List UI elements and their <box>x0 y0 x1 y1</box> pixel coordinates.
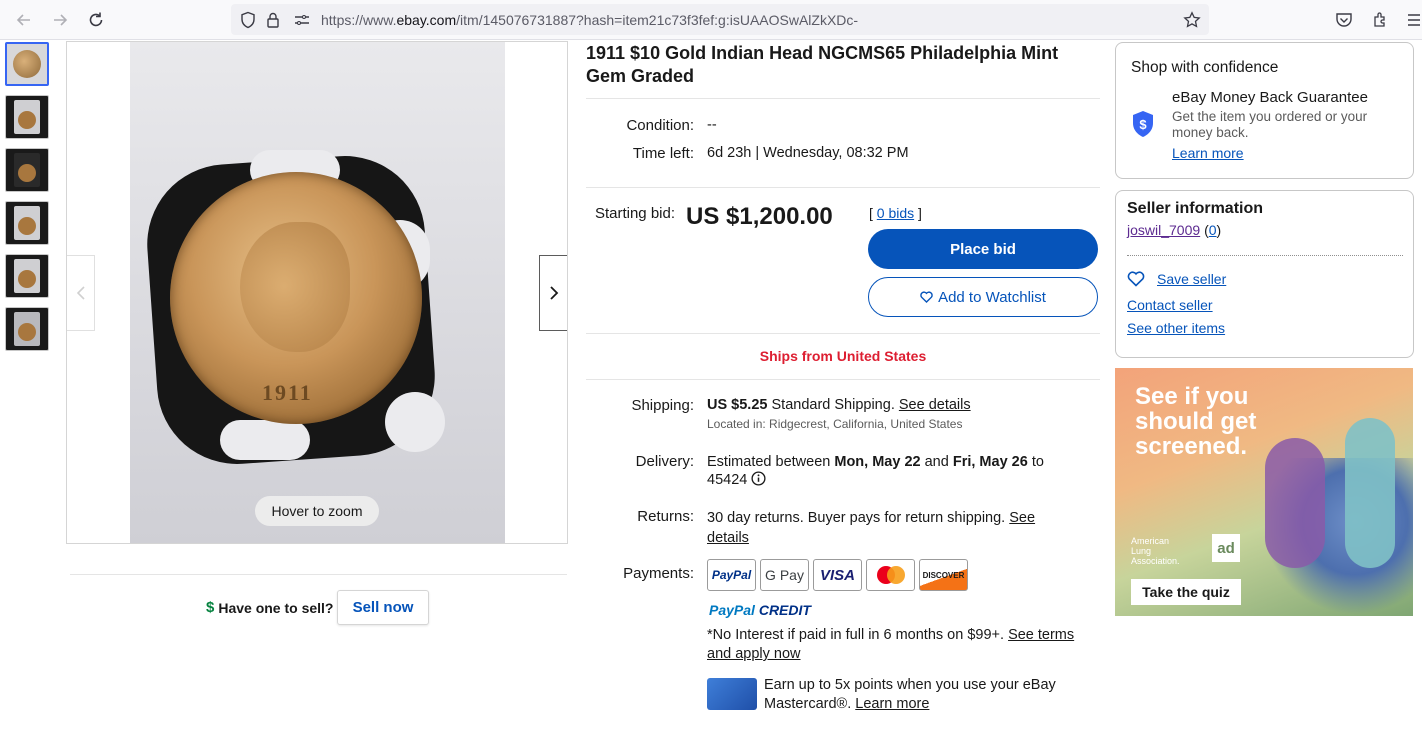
thumbnail-6[interactable] <box>5 307 49 351</box>
prev-image-button[interactable] <box>67 255 95 331</box>
thumbnail-1[interactable] <box>5 42 49 86</box>
thumbnail-4[interactable] <box>5 201 49 245</box>
payments-label: Payments: <box>623 565 694 582</box>
take-the-quiz-button[interactable]: Take the quiz <box>1131 579 1241 605</box>
shop-with-confidence-box: Shop with confidence $ eBay Money Back G… <box>1115 42 1414 179</box>
seller-username-link[interactable]: joswil_7009 <box>1127 222 1200 238</box>
shipping-value: US $5.25 Standard Shipping. See details … <box>707 397 1097 431</box>
thumbnail-5[interactable] <box>5 254 49 298</box>
thumbnail-2[interactable] <box>5 95 49 139</box>
shield-icon[interactable] <box>239 11 257 29</box>
visa-icon: VISA <box>813 559 862 591</box>
mastercard-offer: Earn up to 5x points when you use your e… <box>764 677 1056 712</box>
ships-from-banner: Ships from United States <box>759 348 927 364</box>
next-image-button[interactable] <box>539 255 567 331</box>
starting-bid-label: Starting bid: <box>594 205 675 222</box>
chevron-right-icon <box>549 286 558 300</box>
watchlist-label: Add to Watchlist <box>938 288 1046 306</box>
paypal-credit-offer: *No Interest if paid in full in 6 months… <box>707 627 1075 662</box>
current-price: US $1,200.00 <box>686 203 833 230</box>
have-one-label: Have one to sell? <box>218 599 334 616</box>
delivery-label: Delivery: <box>635 453 694 470</box>
see-other-items-link[interactable]: See other items <box>1127 320 1225 336</box>
place-bid-button[interactable]: Place bid <box>868 229 1098 269</box>
pocket-icon[interactable] <box>1335 11 1353 29</box>
have-one-to-sell: $ Have one to sell? <box>206 599 334 616</box>
back-arrow-icon <box>16 14 30 26</box>
chevron-left-icon <box>76 286 85 300</box>
main-image-viewer[interactable]: 1911 Hover to zoom <box>66 41 568 544</box>
menu-icon[interactable] <box>1406 11 1422 29</box>
contact-seller-link[interactable]: Contact seller <box>1127 297 1213 313</box>
discover-icon: DISCOVER <box>919 559 968 591</box>
apply-now-link[interactable]: and apply now <box>707 646 801 662</box>
coin-photo[interactable]: 1911 <box>130 42 505 543</box>
sell-now-button[interactable]: Sell now <box>337 590 429 625</box>
bid-count: [ 0 bids ] <box>869 205 922 221</box>
ad-organization: American Lung Association. <box>1131 536 1180 566</box>
forward-arrow-icon <box>54 14 68 26</box>
mastercard-icon <box>866 559 915 591</box>
heart-icon <box>920 291 933 303</box>
paypal-credit-logo: PayPal CREDIT <box>709 602 811 618</box>
ad-council-logo: ad <box>1212 534 1240 562</box>
add-to-watchlist-button[interactable]: Add to Watchlist <box>868 277 1098 317</box>
seller-name-row: joswil_7009 (0) <box>1127 222 1222 238</box>
divider <box>586 98 1100 99</box>
browser-toolbar: https://www.ebay.com/itm/145076731887?ha… <box>0 0 1422 40</box>
guarantee-learn-more-link[interactable]: Learn more <box>1172 145 1244 161</box>
svg-text:$: $ <box>1139 117 1147 132</box>
heart-icon <box>1127 271 1145 287</box>
dollar-icon: $ <box>206 599 215 616</box>
guarantee-title: eBay Money Back Guarantee <box>1172 89 1368 106</box>
reload-icon <box>89 12 103 27</box>
save-seller-link[interactable]: Save seller <box>1157 271 1226 287</box>
condition-value: -- <box>707 117 717 133</box>
lock-icon[interactable] <box>265 11 283 29</box>
sell-divider <box>70 574 567 575</box>
returns-value: 30 day returns. Buyer pays for return sh… <box>707 510 1036 546</box>
divider <box>586 333 1100 334</box>
ebay-mastercard-image <box>707 678 757 710</box>
thumbnail-3[interactable] <box>5 148 49 192</box>
save-seller-row[interactable]: Save seller <box>1127 271 1226 287</box>
condition-label: Condition: <box>626 117 694 134</box>
divider <box>586 187 1100 188</box>
see-terms-link[interactable]: See terms <box>1008 627 1074 643</box>
time-left-value: 6d 23h | Wednesday, 08:32 PM <box>707 145 909 161</box>
located-in: Located in: Ridgecrest, California, Unit… <box>707 417 963 431</box>
item-title: 1911 $10 Gold Indian Head NGCMS65 Philad… <box>586 43 1059 86</box>
paypal-icon: PayPal <box>707 559 756 591</box>
shipping-label: Shipping: <box>631 397 694 414</box>
ad-headline: See if you should get screened. <box>1135 383 1257 460</box>
info-icon[interactable] <box>751 471 766 486</box>
reload-button[interactable] <box>84 8 108 32</box>
seller-info-title: Seller information <box>1127 200 1264 217</box>
bookmark-star-icon[interactable] <box>1183 11 1201 29</box>
payment-methods: PayPal G Pay VISA DISCOVER <box>707 559 968 591</box>
time-left-label: Time left: <box>632 145 694 162</box>
extensions-icon[interactable] <box>1372 11 1390 29</box>
shield-dollar-icon: $ <box>1133 111 1153 137</box>
shipping-see-details-link[interactable]: See details <box>899 397 971 413</box>
permissions-icon[interactable] <box>293 11 311 29</box>
mastercard-learn-more-link[interactable]: Learn more <box>855 696 929 712</box>
back-button[interactable] <box>12 8 36 32</box>
seller-info-box: Seller information joswil_7009 (0) Save … <box>1115 190 1414 358</box>
seller-divider <box>1127 255 1403 256</box>
bids-link[interactable]: 0 bids <box>877 205 914 221</box>
address-bar[interactable]: https://www.ebay.com/itm/145076731887?ha… <box>231 4 1209 35</box>
hover-to-zoom-label: Hover to zoom <box>255 496 379 526</box>
gold-coin: 1911 <box>170 172 422 424</box>
delivery-value: Estimated between Mon, May 22 and Fri, M… <box>707 454 1044 488</box>
url-text[interactable]: https://www.ebay.com/itm/145076731887?ha… <box>321 12 858 28</box>
confidence-title: Shop with confidence <box>1131 59 1279 76</box>
google-pay-icon: G Pay <box>760 559 809 591</box>
seller-feedback-link[interactable]: 0 <box>1209 222 1217 238</box>
forward-button[interactable] <box>48 8 72 32</box>
returns-label: Returns: <box>637 508 694 525</box>
advertisement[interactable]: See if you should get screened. American… <box>1115 368 1413 616</box>
guarantee-text: Get the item you ordered or your money ba… <box>1172 109 1368 140</box>
divider <box>586 379 1100 380</box>
